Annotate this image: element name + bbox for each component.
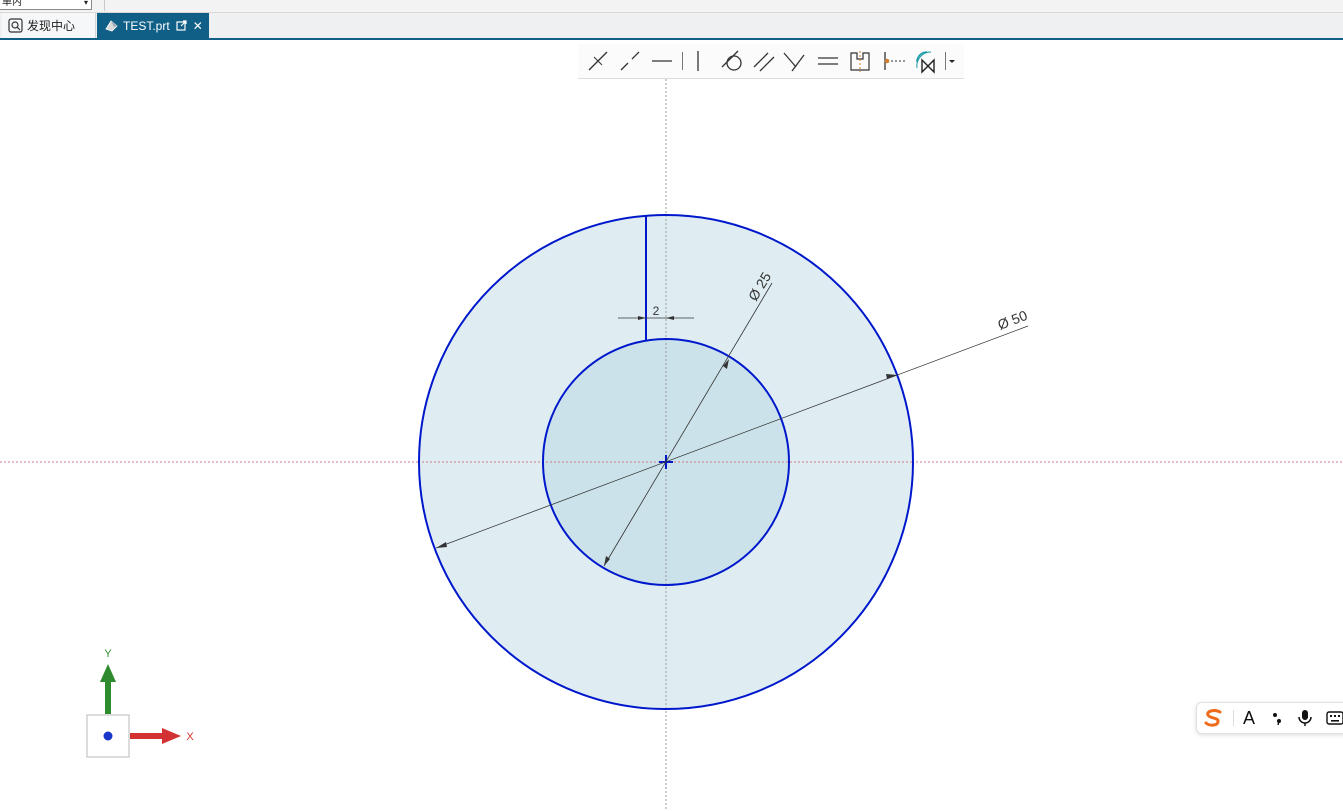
chevron-down-icon: ▾ <box>83 0 88 7</box>
undock-icon[interactable] <box>176 20 187 31</box>
microphone-icon[interactable] <box>1293 706 1317 730</box>
parallel-icon[interactable] <box>750 48 778 74</box>
keyboard-icon[interactable] <box>1323 706 1343 730</box>
vertical-icon[interactable] <box>684 48 712 74</box>
tab-label: TEST.prt <box>123 18 170 33</box>
x-axis-arrow-shaft <box>130 733 164 739</box>
x-axis-label: X <box>186 731 194 743</box>
triad-origin-point <box>103 731 113 741</box>
sketch-constraint-toolbar <box>578 44 964 79</box>
point-on-curve-icon[interactable] <box>616 48 644 74</box>
selection-filter-dropdown[interactable]: 单内 ▾ <box>0 0 92 10</box>
tab-discovery-center[interactable]: 发现中心 <box>2 13 96 38</box>
input-mode-toggle[interactable]: A <box>1237 706 1261 730</box>
graphics-window[interactable]: 2 Ø 25 Ø 50 Y X <box>0 40 1343 811</box>
close-tab-icon[interactable]: ✕ <box>193 20 203 32</box>
y-axis-label: Y <box>104 648 112 660</box>
more-dropdown-icon[interactable] <box>944 48 960 74</box>
toolbar-separator <box>682 52 683 70</box>
part-file-icon <box>103 18 119 34</box>
discovery-center-icon <box>7 18 23 34</box>
sogou-logo-icon[interactable] <box>1201 706 1225 730</box>
tangent-icon[interactable] <box>718 48 746 74</box>
fixed-constraint-icon[interactable] <box>912 48 940 74</box>
gap-dimension-text: 2 <box>653 304 660 318</box>
document-tab-bar: 发现中心 TEST.prt ✕ <box>0 13 1343 38</box>
horizontal-icon[interactable] <box>648 48 676 74</box>
x-axis-arrow-head <box>162 728 181 744</box>
perpendicular-icon[interactable] <box>780 48 808 74</box>
toolbar-separator <box>104 0 105 11</box>
sketch-view: 2 Ø 25 Ø 50 Y X <box>0 75 1343 811</box>
symmetric-icon[interactable] <box>846 48 874 74</box>
equal-length-icon[interactable] <box>814 48 842 74</box>
view-triad: Y X <box>86 648 194 758</box>
tab-test-prt[interactable]: TEST.prt ✕ <box>97 13 209 38</box>
ime-floating-toolbar: A <box>1196 702 1343 734</box>
punctuation-icon[interactable] <box>1265 706 1289 730</box>
top-strip: 单内 ▾ <box>0 0 1343 13</box>
y-axis-arrow-head <box>100 664 116 682</box>
outer-diameter-text: Ø 50 <box>995 307 1029 333</box>
tab-label: 发现中心 <box>27 19 76 33</box>
y-axis-arrow-shaft <box>105 680 111 714</box>
coincident-icon[interactable] <box>584 48 612 74</box>
selection-filter-value: 单内 <box>2 0 22 8</box>
ime-separator <box>1233 710 1234 726</box>
midpoint-icon[interactable] <box>880 48 908 74</box>
